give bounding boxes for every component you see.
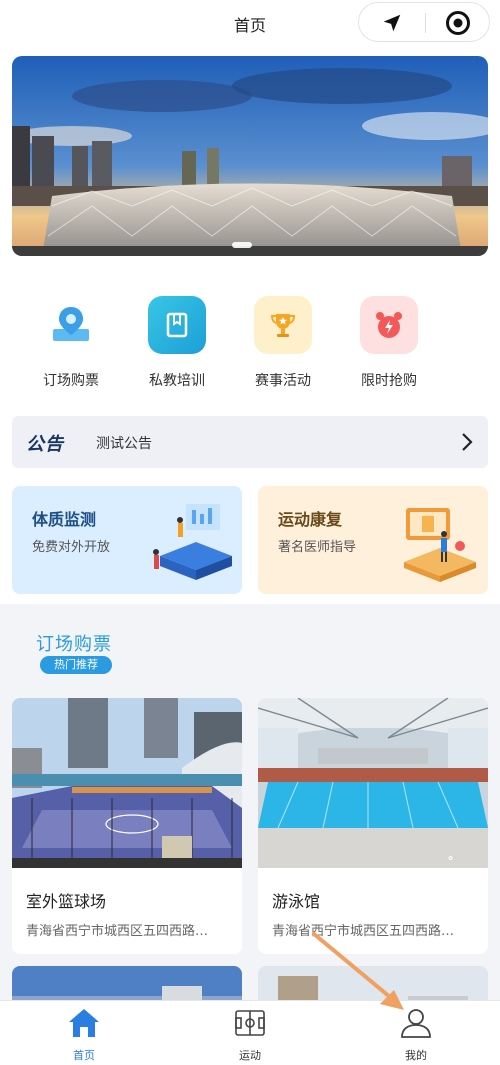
card-title: 体质监测 bbox=[32, 510, 97, 529]
home-icon bbox=[69, 1009, 99, 1037]
venue-card-peek[interactable] bbox=[258, 966, 488, 1000]
card-title: 运动康复 bbox=[278, 510, 343, 529]
basketball-court-image bbox=[12, 698, 242, 868]
close-miniprogram-button[interactable] bbox=[425, 3, 491, 43]
venue-address: 青海省西宁市城西区五四西路… bbox=[26, 924, 209, 939]
tab-label: 运动 bbox=[239, 1049, 261, 1062]
venue-address: 青海省西宁市城西区五四西路… bbox=[272, 924, 455, 939]
venue-card[interactable]: ✿ 游泳馆 青海省西宁市城西区五四西路… bbox=[258, 698, 488, 954]
quick-label: 赛事活动 bbox=[255, 373, 311, 389]
venue-name: 游泳馆 bbox=[272, 892, 321, 911]
notice-bar[interactable]: 公告 测试公告 bbox=[12, 416, 488, 468]
tab-label: 首页 bbox=[73, 1049, 95, 1062]
notice-tag: 公告 bbox=[26, 434, 64, 455]
tab-home[interactable]: 首页 bbox=[34, 1007, 134, 1063]
quick-item-events[interactable]: 赛事活动 bbox=[238, 296, 328, 390]
card-fitness-test[interactable]: 体质监测 免费对外开放 bbox=[12, 486, 242, 594]
card-subtitle: 免费对外开放 bbox=[32, 540, 111, 555]
tab-label: 我的 bbox=[405, 1049, 427, 1062]
quick-item-flash-sale[interactable]: 限时抢购 bbox=[344, 296, 434, 390]
fitness-illustration-icon bbox=[153, 504, 232, 580]
card-subtitle: 著名医师指导 bbox=[278, 540, 357, 555]
location-button[interactable] bbox=[359, 3, 425, 43]
quick-item-training[interactable]: 私教培训 bbox=[132, 296, 222, 390]
tab-sports[interactable]: 运动 bbox=[200, 1007, 300, 1063]
navigation-arrow-icon bbox=[383, 14, 401, 32]
notice-text: 测试公告 bbox=[96, 436, 152, 452]
top-bar: 首页 bbox=[0, 0, 500, 48]
mini-program-capsule bbox=[358, 2, 490, 42]
quick-label: 私教培训 bbox=[149, 373, 205, 389]
card-rehab[interactable]: 运动康复 著名医师指导 bbox=[258, 486, 488, 594]
carousel-indicator[interactable] bbox=[232, 242, 252, 248]
alarm-clock-icon bbox=[360, 296, 418, 354]
section-badge: 热门推荐 bbox=[40, 656, 112, 674]
venue-card-peek[interactable] bbox=[12, 966, 242, 1000]
quick-label: 订场购票 bbox=[43, 373, 99, 389]
book-icon bbox=[148, 296, 206, 354]
court-icon bbox=[235, 1010, 265, 1036]
svg-text:✿: ✿ bbox=[448, 855, 453, 862]
map-pin-icon bbox=[42, 296, 100, 354]
swimming-pool-image: ✿ bbox=[258, 698, 488, 868]
main-content: 订场购票 私教培训 赛事活动 限时抢购 公告 测试公告 体质监测 免费对外开放 bbox=[0, 48, 500, 1000]
user-icon bbox=[401, 1009, 431, 1038]
quick-item-booking[interactable]: 订场购票 bbox=[26, 296, 116, 390]
section-title: 订场购票 bbox=[36, 634, 112, 655]
rehab-illustration-icon bbox=[404, 508, 476, 582]
trophy-icon bbox=[254, 296, 312, 354]
bottom-tab-bar: 首页 运动 我的 bbox=[0, 1000, 500, 1065]
venue-image-peek bbox=[258, 966, 488, 1000]
stadium-banner-image bbox=[12, 56, 488, 256]
venue-card[interactable]: 室外篮球场 青海省西宁市城西区五四西路… bbox=[12, 698, 242, 954]
target-circle-icon bbox=[446, 11, 470, 35]
quick-label: 限时抢购 bbox=[361, 373, 417, 389]
banner-carousel[interactable] bbox=[12, 56, 488, 256]
chevron-right-icon bbox=[462, 433, 473, 451]
venue-image-peek bbox=[12, 966, 242, 1000]
tab-mine[interactable]: 我的 bbox=[366, 1007, 466, 1063]
venue-name: 室外篮球场 bbox=[26, 892, 107, 911]
